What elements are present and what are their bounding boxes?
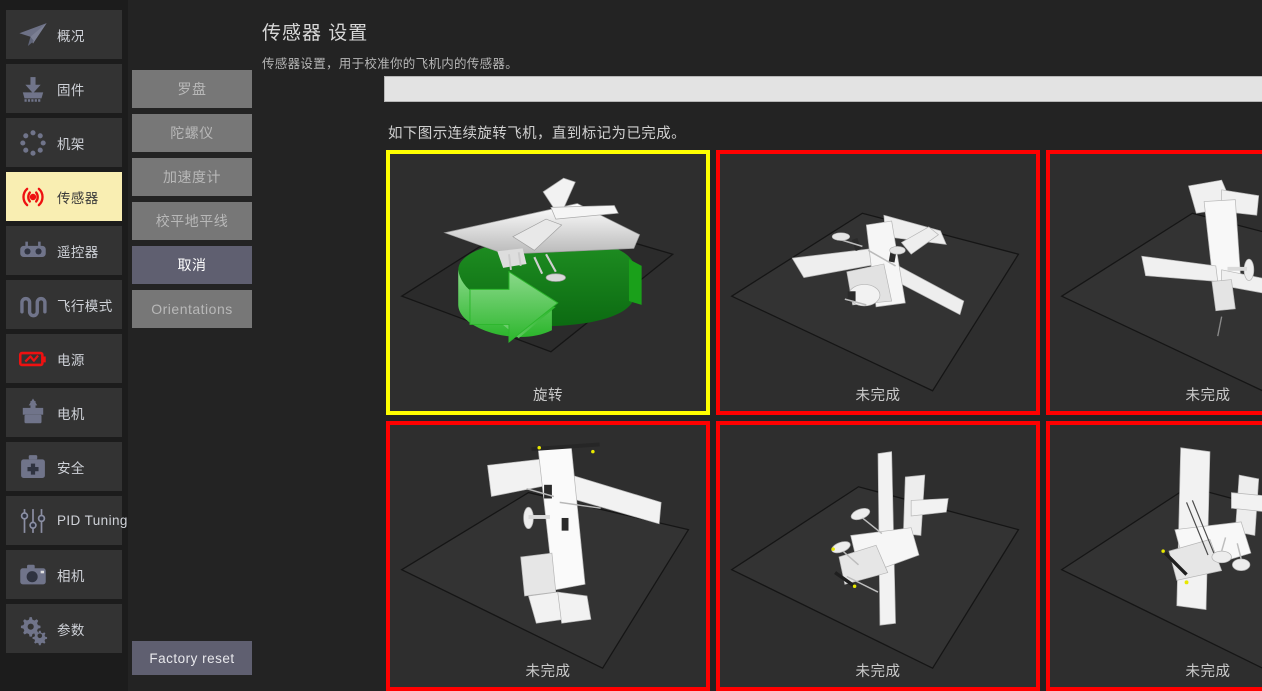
aircraft-nose-down-illustration: [720, 154, 1036, 411]
orientation-card[interactable]: 旋转: [386, 150, 710, 415]
download-chip-icon: [12, 69, 54, 109]
sidebar-item-label: 电机: [57, 406, 85, 422]
battery-icon: [12, 339, 54, 379]
calibration-button-column: 罗盘 陀螺仪 加速度计 校平地平线 取消 Orientations Factor…: [128, 0, 258, 691]
sidebar-item-label: 遥控器: [57, 244, 99, 260]
aircraft-tail-down-illustration: [390, 425, 706, 687]
sidebar-item-radio[interactable]: 遥控器: [6, 226, 122, 275]
sidebar-item-camera[interactable]: 相机: [6, 550, 122, 599]
aircraft-right-side-illustration: [1050, 425, 1262, 687]
orientation-card[interactable]: 未完成: [716, 150, 1040, 415]
orientation-card[interactable]: 未完成: [386, 421, 710, 691]
sidebar-item-frame[interactable]: 机架: [6, 118, 122, 167]
sidebar-item-label: 电源: [57, 352, 85, 368]
sidebar-item-label: 参数: [57, 622, 85, 638]
paper-plane-icon: [12, 15, 54, 55]
first-aid-kit-icon: [12, 447, 54, 487]
gears-icon: [12, 609, 54, 649]
sidebar-item-label: 概况: [57, 28, 85, 44]
orientations-button[interactable]: Orientations: [132, 290, 252, 328]
compass-calibration-button[interactable]: 罗盘: [132, 70, 252, 108]
orientation-card[interactable]: 未完成: [716, 421, 1040, 691]
aircraft-left-side-illustration: [720, 425, 1036, 687]
sidebar-item-label: 传感器: [57, 190, 99, 206]
sidebar-item-power[interactable]: 电源: [6, 334, 122, 383]
sidebar: 概况 固件 机架 传感器 遥控器 飞行模式 电源 电机 安全 PID Tunin…: [0, 0, 128, 691]
sensor-waves-icon: [12, 177, 54, 217]
orientation-card[interactable]: 未完成: [1046, 421, 1262, 691]
waveform-icon: [12, 285, 54, 325]
sidebar-item-label: 安全: [57, 460, 85, 476]
page-subtitle: 传感器设置，用于校准你的飞机内的传感器。: [262, 57, 519, 71]
instruction-text: 如下图示连续旋转飞机，直到标记为已完成。: [388, 126, 686, 142]
orientation-card-grid: 旋转 未完成 未完成 未完成 未完成 未完成: [386, 150, 1262, 691]
orientation-card[interactable]: 未完成: [1046, 150, 1262, 415]
calibration-progress-bar: [384, 76, 1262, 102]
cancel-button[interactable]: 取消: [132, 246, 252, 284]
aircraft-nose-up-illustration: [1050, 154, 1262, 411]
aircraft-rotate-illustration: [390, 154, 706, 411]
sidebar-item-parameters[interactable]: 参数: [6, 604, 122, 653]
sidebar-item-firmware[interactable]: 固件: [6, 64, 122, 113]
sidebar-item-flight-modes[interactable]: 飞行模式: [6, 280, 122, 329]
sidebar-item-pid-tuning[interactable]: PID Tuning: [6, 496, 127, 545]
main-panel: 传感器 设置 传感器设置，用于校准你的飞机内的传感器。 如下图示连续旋转飞机，直…: [258, 0, 1262, 691]
page-title: 传感器 设置: [262, 23, 369, 44]
sidebar-item-motors[interactable]: 电机: [6, 388, 122, 437]
camera-icon: [12, 555, 54, 595]
sidebar-item-label: 飞行模式: [57, 298, 113, 314]
sensor-calibration-window: 概况 固件 机架 传感器 遥控器 飞行模式 电源 电机 安全 PID Tunin…: [0, 0, 1262, 691]
sidebar-item-overview[interactable]: 概况: [6, 10, 122, 59]
sidebar-item-label: PID Tuning: [57, 513, 128, 528]
sidebar-item-sensors[interactable]: 传感器: [6, 172, 122, 221]
sliders-icon: [12, 501, 54, 541]
accelerometer-calibration-button[interactable]: 加速度计: [132, 158, 252, 196]
factory-reset-button[interactable]: Factory reset: [132, 641, 252, 675]
sidebar-item-label: 相机: [57, 568, 85, 584]
frame-dots-icon: [12, 123, 54, 163]
level-horizon-button[interactable]: 校平地平线: [132, 202, 252, 240]
sidebar-item-label: 固件: [57, 82, 85, 98]
sidebar-item-label: 机架: [57, 136, 85, 152]
motor-icon: [12, 393, 54, 433]
rc-transmitter-icon: [12, 231, 54, 271]
sidebar-item-safety[interactable]: 安全: [6, 442, 122, 491]
gyro-calibration-button[interactable]: 陀螺仪: [132, 114, 252, 152]
